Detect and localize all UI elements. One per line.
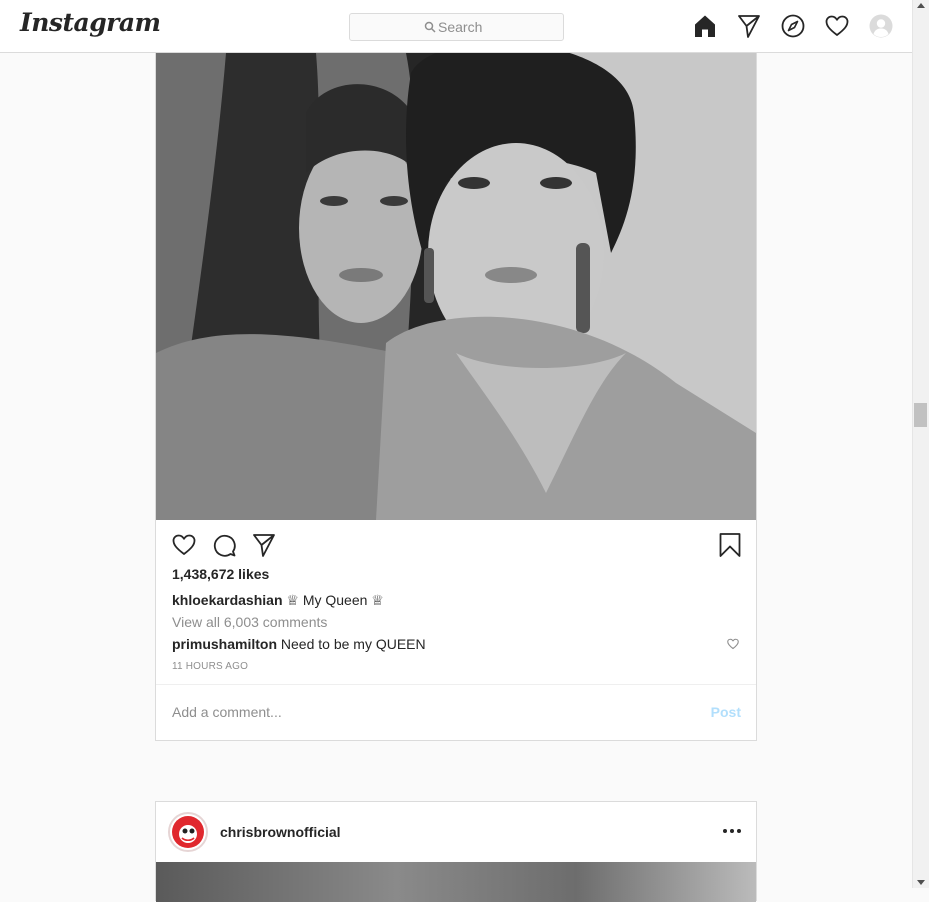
scroll-up-arrow-icon[interactable] bbox=[917, 3, 925, 8]
home-icon[interactable] bbox=[693, 14, 717, 38]
activity-heart-icon[interactable] bbox=[825, 14, 849, 38]
search-input[interactable] bbox=[438, 14, 558, 40]
more-options-icon[interactable] bbox=[723, 825, 741, 837]
instagram-logo[interactable]: Instagram bbox=[20, 8, 161, 37]
view-all-comments-link[interactable]: View all 6,003 comments bbox=[172, 614, 327, 630]
caption-text: ♕ My Queen ♕ bbox=[286, 592, 384, 608]
save-bookmark-icon[interactable] bbox=[718, 533, 742, 562]
direct-icon[interactable] bbox=[737, 14, 761, 38]
post-comment-button[interactable]: Post bbox=[711, 704, 741, 720]
page-scrollbar[interactable] bbox=[912, 0, 929, 888]
post-photo[interactable] bbox=[156, 53, 756, 520]
comment-text: Need to be my QUEEN bbox=[280, 636, 426, 652]
explore-icon[interactable] bbox=[781, 14, 805, 38]
share-direct-icon[interactable] bbox=[252, 533, 276, 562]
scroll-down-arrow-icon[interactable] bbox=[917, 880, 925, 885]
add-comment-section: Post bbox=[156, 684, 756, 740]
search-box[interactable] bbox=[349, 13, 564, 41]
comment-username[interactable]: primushamilton bbox=[172, 636, 277, 652]
post-photo[interactable] bbox=[156, 862, 756, 902]
comment-bubble-icon[interactable] bbox=[212, 533, 236, 562]
post-timestamp[interactable]: 11 HOURS AGO bbox=[172, 661, 248, 672]
comment-like-heart-icon[interactable] bbox=[727, 637, 739, 655]
top-navigation-bar: Instagram bbox=[0, 0, 912, 53]
search-icon bbox=[424, 21, 436, 33]
avatar-graphic bbox=[172, 816, 204, 848]
scrollbar-thumb[interactable] bbox=[914, 403, 927, 427]
feed-post: 1,438,672 likes khloekardashian ♕ My Que… bbox=[155, 53, 757, 741]
post-author-username[interactable]: chrisbrownofficial bbox=[220, 824, 341, 840]
caption-username[interactable]: khloekardashian bbox=[172, 592, 283, 608]
post-photo-illustration bbox=[156, 53, 756, 520]
post-caption: khloekardashian ♕ My Queen ♕ bbox=[172, 592, 384, 609]
like-count[interactable]: 1,438,672 likes bbox=[172, 566, 269, 582]
like-heart-icon[interactable] bbox=[172, 533, 196, 562]
post-author-avatar[interactable] bbox=[168, 812, 208, 852]
profile-avatar[interactable] bbox=[869, 14, 893, 38]
add-comment-input[interactable] bbox=[172, 701, 672, 723]
feed-post-next: chrisbrownofficial bbox=[155, 801, 757, 902]
comment-item: primushamilton Need to be my QUEEN bbox=[172, 636, 426, 652]
